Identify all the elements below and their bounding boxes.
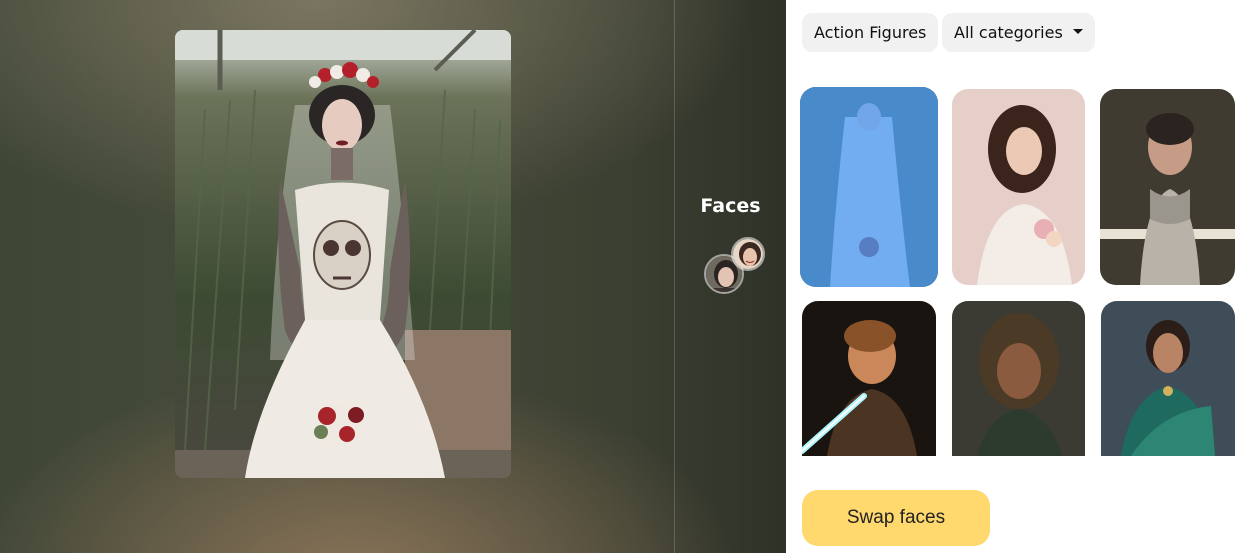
- bride-photo-illustration: [175, 30, 511, 478]
- man-scarf-template-image: [1100, 89, 1235, 285]
- template-card-man-scarf[interactable]: [1100, 89, 1235, 285]
- template-card-bride[interactable]: [800, 87, 938, 287]
- source-image-stage: ......: [0, 0, 786, 553]
- source-photo[interactable]: [175, 30, 511, 478]
- caret-down-icon: [1072, 29, 1083, 34]
- swap-faces-button[interactable]: Swap faces: [802, 490, 990, 546]
- faces-panel: Faces: [675, 0, 786, 553]
- jedi-template-image: [802, 301, 936, 456]
- template-card-woman-bouquet[interactable]: [952, 89, 1085, 285]
- category-dropdown-label: All categories: [954, 23, 1063, 42]
- template-card-jedi[interactable]: [802, 301, 936, 456]
- face-avatar-icon: [733, 239, 763, 269]
- face-thumbnail-2[interactable]: [731, 237, 765, 271]
- woman-bouquet-template-image: [952, 89, 1085, 285]
- category-dropdown[interactable]: All categories: [942, 13, 1095, 52]
- template-card-woman-dreadlocks[interactable]: [952, 301, 1085, 456]
- woman-dreadlocks-template-image: [952, 301, 1085, 456]
- templates-panel: Action Figures All categories Swap faces: [786, 0, 1246, 553]
- selected-overlay: [800, 87, 938, 287]
- category-chip-label: Action Figures: [814, 23, 927, 42]
- template-card-woman-saree[interactable]: [1101, 301, 1235, 456]
- category-chip-action-figures[interactable]: Action Figures: [802, 13, 939, 52]
- swap-faces-label: Swap faces: [846, 507, 946, 528]
- woman-saree-template-image: [1101, 301, 1235, 456]
- faces-title: Faces: [700, 195, 761, 217]
- top-cut-label: ......: [0, 0, 19, 2]
